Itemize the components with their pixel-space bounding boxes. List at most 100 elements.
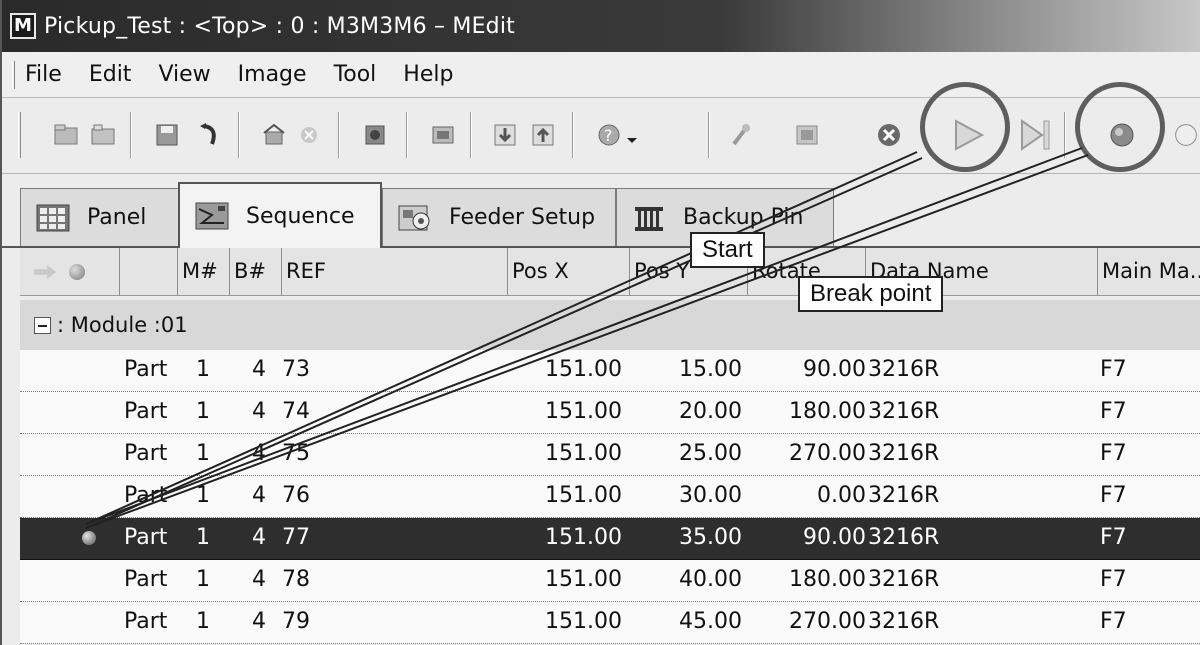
header-pos-x[interactable]: Pos X: [508, 248, 630, 296]
header-m[interactable]: M#: [178, 248, 230, 296]
cell-b: 4: [252, 483, 266, 508]
cell-y: 35.00: [679, 525, 742, 550]
save-icon[interactable]: [152, 120, 182, 150]
cell-y: 40.00: [679, 567, 742, 592]
cell-rot: 0.00: [817, 483, 866, 508]
toolbar-grip[interactable]: [18, 112, 21, 158]
menu-bar: File Edit View Image Tool Help: [2, 52, 1200, 98]
breakpoint-marker-icon[interactable]: [82, 531, 96, 545]
breakpoint-column-icon[interactable]: [68, 264, 85, 280]
module-group-row[interactable]: : Module :01: [20, 300, 1200, 350]
cell-ref: 73: [282, 357, 310, 382]
cell-type: Part: [124, 357, 168, 382]
cell-data: 3216R: [868, 525, 940, 550]
start-highlight-circle: [920, 82, 1010, 172]
tab-feeder-setup-label: Feeder Setup: [449, 205, 596, 230]
cell-main: F7: [1100, 483, 1127, 508]
breakpoint-highlight-circle: [1075, 82, 1165, 172]
table-row[interactable]: Part 1 4 79 151.00 45.00 270.00 3216R F7: [20, 602, 1200, 644]
start-callout: Start: [690, 232, 765, 268]
menu-view[interactable]: View: [158, 62, 210, 87]
chevron-down-icon[interactable]: [624, 132, 640, 148]
cell-y: 25.00: [679, 441, 742, 466]
cell-x: 151.00: [545, 483, 622, 508]
cell-m: 1: [196, 525, 210, 550]
cell-m: 1: [196, 609, 210, 634]
folder-icon[interactable]: [88, 120, 118, 150]
help-icon[interactable]: ?: [594, 120, 624, 150]
cell-ref: 76: [282, 483, 310, 508]
tab-panel-label: Panel: [87, 205, 147, 230]
cell-data: 3216R: [868, 483, 940, 508]
menu-edit[interactable]: Edit: [89, 62, 132, 87]
module-label: : Module :01: [57, 313, 188, 337]
cell-main: F7: [1100, 567, 1127, 592]
cell-data: 3216R: [868, 441, 940, 466]
sequence-icon: [195, 202, 229, 230]
cell-rot: 90.00: [803, 357, 866, 382]
undo-icon[interactable]: [192, 120, 222, 150]
cell-main: F7: [1100, 357, 1127, 382]
cell-ref: 79: [282, 609, 310, 634]
header-ref[interactable]: REF: [282, 248, 508, 296]
cell-type: Part: [124, 483, 168, 508]
pin-rack-icon: [635, 206, 663, 231]
menu-help[interactable]: Help: [403, 62, 453, 87]
breakpoint-clear-icon[interactable]: [1170, 118, 1200, 152]
header-b[interactable]: B#: [230, 248, 282, 296]
tab-panel[interactable]: Panel: [20, 188, 180, 246]
stop-icon[interactable]: [874, 120, 904, 150]
table-row[interactable]: Part 1 4 78 151.00 40.00 180.00 3216R F7: [20, 560, 1200, 602]
upload-icon[interactable]: [528, 120, 558, 150]
cell-type: Part: [124, 567, 168, 592]
cell-main: F7: [1100, 441, 1127, 466]
cell-y: 20.00: [679, 399, 742, 424]
cell-main: F7: [1100, 525, 1127, 550]
feeder-icon: [398, 205, 430, 230]
home-icon[interactable]: [260, 120, 290, 150]
menu-tool[interactable]: Tool: [334, 62, 377, 87]
cell-ref: 77: [282, 525, 310, 550]
table-row[interactable]: Part 1 4 73 151.00 15.00 90.00 3216R F7: [20, 350, 1200, 392]
cell-ref: 74: [282, 399, 310, 424]
step-icon[interactable]: [1018, 117, 1054, 153]
import-icon[interactable]: [360, 120, 390, 150]
tab-strip: Panel Sequence Feeder Setup Backup Pin: [20, 180, 1200, 248]
table-row[interactable]: Part 1 4 76 151.00 30.00 0.00 3216R F7: [20, 476, 1200, 518]
breakpoint-callout: Break point: [798, 276, 944, 312]
cell-b: 4: [252, 357, 266, 382]
menu-image[interactable]: Image: [238, 62, 307, 87]
cell-y: 30.00: [679, 483, 742, 508]
cell-m: 1: [196, 567, 210, 592]
cell-rot: 180.00: [789, 567, 866, 592]
tab-sequence-label: Sequence: [246, 203, 355, 229]
cell-x: 151.00: [545, 399, 622, 424]
download-icon[interactable]: [490, 120, 520, 150]
cell-b: 4: [252, 525, 266, 550]
header-blank[interactable]: [120, 248, 178, 296]
image-icon[interactable]: [792, 120, 822, 150]
collapse-icon[interactable]: [34, 316, 51, 334]
cell-data: 3216R: [868, 399, 940, 424]
tab-sequence[interactable]: Sequence: [178, 182, 382, 248]
arrow-icon[interactable]: [34, 265, 56, 279]
export-icon[interactable]: [428, 120, 458, 150]
tab-feeder-setup[interactable]: Feeder Setup: [382, 188, 616, 246]
cell-m: 1: [196, 441, 210, 466]
menu-file[interactable]: File: [25, 62, 62, 87]
pin-icon[interactable]: [726, 120, 756, 150]
cell-x: 151.00: [545, 525, 622, 550]
tab-backup-pin-label: Backup Pin: [683, 205, 804, 230]
close-small-icon[interactable]: [294, 120, 324, 150]
table-row[interactable]: Part 1 4 74 151.00 20.00 180.00 3216R F7: [20, 392, 1200, 434]
table-row[interactable]: Part 1 4 75 151.00 25.00 270.00 3216R F7: [20, 434, 1200, 476]
cell-type: Part: [124, 399, 168, 424]
cell-m: 1: [196, 357, 210, 382]
header-main-ma[interactable]: Main Ma...: [1098, 248, 1200, 296]
menu-grip[interactable]: [12, 60, 15, 89]
cell-m: 1: [196, 399, 210, 424]
open-icon[interactable]: [52, 120, 82, 150]
cell-m: 1: [196, 483, 210, 508]
panel-grid-icon: [36, 204, 70, 231]
table-row-selected[interactable]: Part 1 4 77 151.00 35.00 90.00 3216R F7: [20, 518, 1200, 560]
